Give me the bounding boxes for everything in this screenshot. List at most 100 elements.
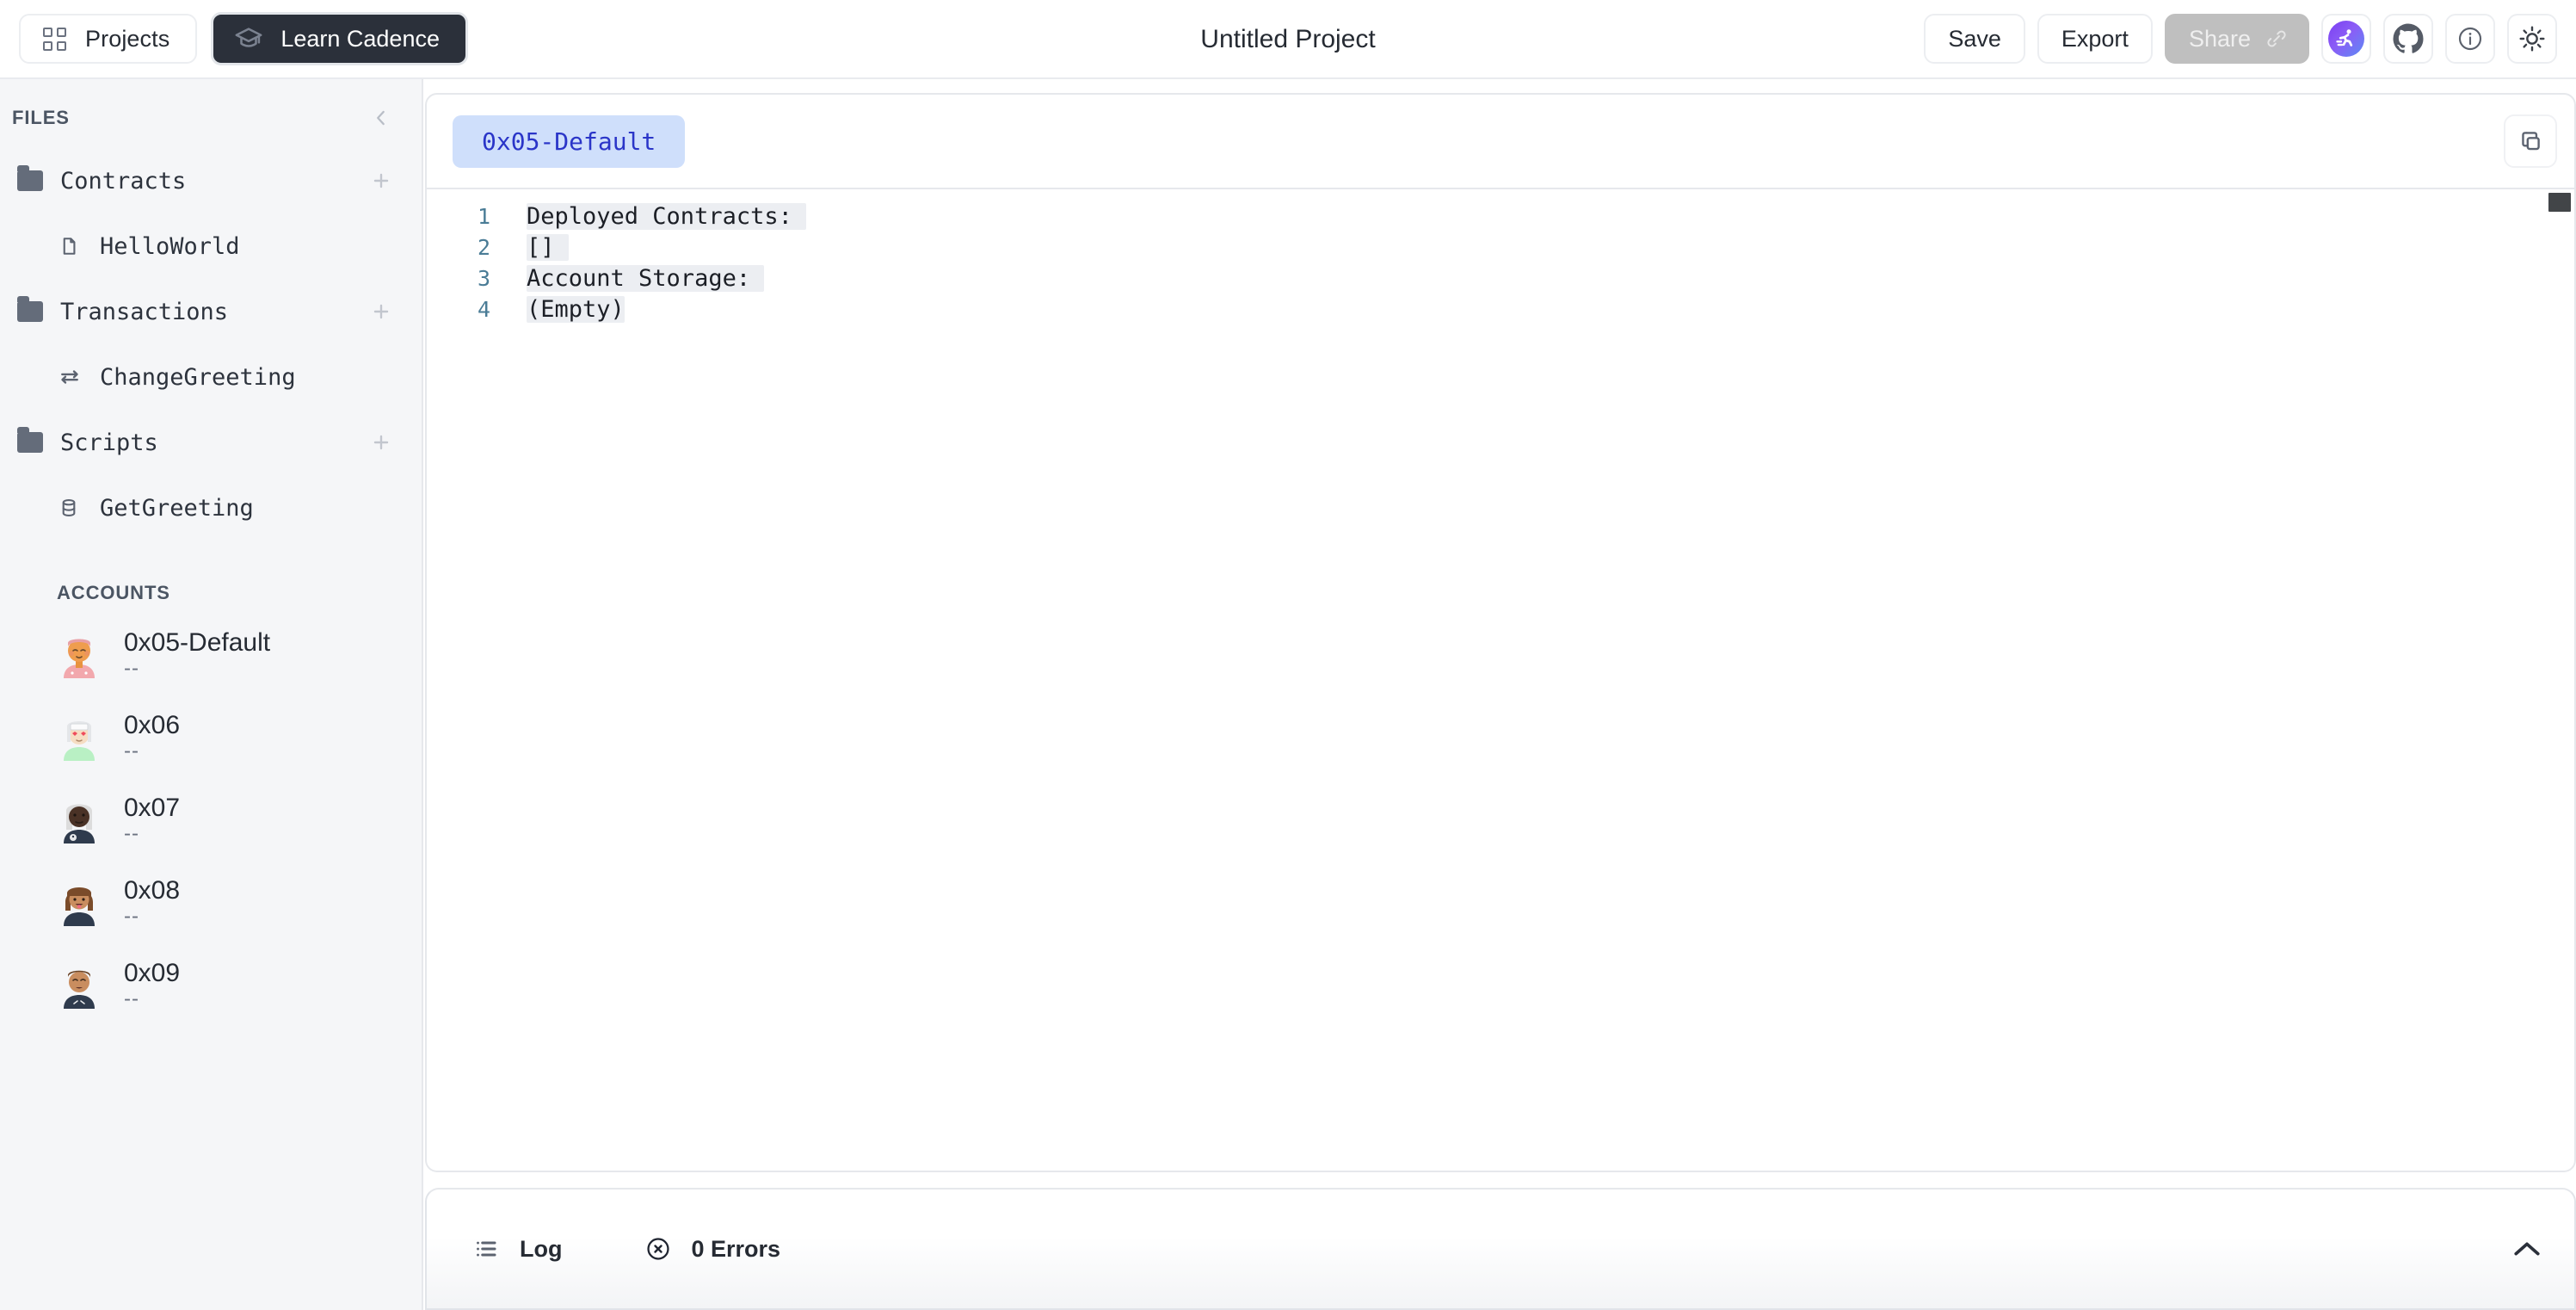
editor-tabbar: 0x05-Default xyxy=(425,93,2576,189)
account-sub: -- xyxy=(124,739,139,763)
account-row[interactable]: 0x07 -- xyxy=(0,778,422,861)
bottom-status-bar: Log 0 Errors xyxy=(425,1188,2576,1310)
tree-file-label: ChangeGreeting xyxy=(100,363,296,391)
code-line: 1 Deployed Contracts: xyxy=(427,203,2574,234)
avatar xyxy=(55,713,103,761)
script-database-icon xyxy=(57,496,93,520)
transaction-icon xyxy=(57,364,93,390)
account-name: 0x08 xyxy=(124,875,181,905)
info-button[interactable] xyxy=(2445,14,2495,64)
tree-folder-scripts[interactable]: Scripts xyxy=(0,410,422,475)
account-meta: 0x08 -- xyxy=(124,877,180,928)
line-text: (Empty) xyxy=(527,296,625,323)
avatar xyxy=(55,630,103,678)
export-button[interactable]: Export xyxy=(2037,14,2153,64)
files-caption: FILES xyxy=(12,107,70,128)
link-icon xyxy=(2267,30,2286,47)
account-name: 0x06 xyxy=(124,710,181,739)
account-meta: 0x09 -- xyxy=(124,960,180,1010)
account-name: 0x09 xyxy=(124,958,181,987)
collapse-sidebar-icon[interactable] xyxy=(370,107,392,129)
share-button[interactable]: Share xyxy=(2164,14,2309,64)
account-row[interactable]: 0x09 -- xyxy=(0,943,422,1026)
folder-icon xyxy=(17,296,53,322)
copy-icon xyxy=(2522,132,2540,151)
account-name: 0x05-Default xyxy=(124,627,271,657)
code-line: 4 (Empty) xyxy=(427,296,2574,327)
error-circle-icon xyxy=(647,1238,670,1260)
editor-card: 0x05-Default 1 Deployed Contracts: 2 [] … xyxy=(425,93,2576,1172)
line-number: 3 xyxy=(477,266,490,291)
bottom-panel-wrapper: Log 0 Errors xyxy=(425,1172,2576,1310)
code-output-area[interactable]: 1 Deployed Contracts: 2 [] 3 Account Sto… xyxy=(425,189,2576,1172)
errors-tab[interactable]: 0 Errors xyxy=(644,1235,780,1263)
accounts-list: 0x05-Default -- 0x06 -- 0x07 -- 0x08 -- … xyxy=(0,613,422,1026)
account-meta: 0x06 -- xyxy=(124,712,180,763)
tree-folder-contracts[interactable]: Contracts xyxy=(0,148,422,213)
learn-cadence-button[interactable]: Learn Cadence xyxy=(211,12,468,65)
tab-0x05-default[interactable]: 0x05-Default xyxy=(453,114,686,168)
line-number: 2 xyxy=(477,235,490,260)
flow-runner-button[interactable] xyxy=(2321,14,2371,64)
sidebar-files-header: FILES xyxy=(0,100,422,136)
line-text: Deployed Contracts: xyxy=(527,203,807,230)
account-sub: -- xyxy=(124,905,139,929)
projects-button-label: Projects xyxy=(85,25,170,52)
graduation-cap-icon xyxy=(235,28,262,47)
tree-folder-transactions[interactable]: Transactions xyxy=(0,279,422,344)
learn-cadence-label: Learn Cadence xyxy=(280,25,440,52)
vertical-scrollbar-thumb[interactable] xyxy=(2548,193,2571,212)
grid-icon xyxy=(43,27,66,51)
avatar xyxy=(55,961,103,1009)
code-line: 3 Account Storage: xyxy=(427,265,2574,296)
add-transaction-icon[interactable] xyxy=(370,300,392,323)
projects-button[interactable]: Projects xyxy=(19,14,198,64)
account-row[interactable]: 0x05-Default -- xyxy=(0,613,422,695)
list-icon xyxy=(477,1241,496,1257)
tree-file-label: GetGreeting xyxy=(100,494,254,522)
tree-file-getgreeting[interactable]: GetGreeting xyxy=(0,475,422,541)
github-icon xyxy=(2393,23,2424,53)
header-right-group: Save Export Share xyxy=(1924,14,2557,64)
avatar xyxy=(55,878,103,926)
log-tab[interactable]: Log xyxy=(471,1236,562,1263)
contract-file-icon xyxy=(57,234,93,258)
account-row[interactable]: 0x08 -- xyxy=(0,861,422,943)
app-body: FILES Contracts HelloWorld Transactions … xyxy=(0,79,2576,1310)
sidebar: FILES Contracts HelloWorld Transactions … xyxy=(0,79,423,1310)
line-text: [] xyxy=(527,234,569,261)
account-row[interactable]: 0x06 -- xyxy=(0,695,422,778)
copy-button[interactable] xyxy=(2504,114,2557,168)
tree-file-helloworld[interactable]: HelloWorld xyxy=(0,213,422,279)
app-header: Projects Learn Cadence Untitled Project … xyxy=(0,0,2576,79)
theme-toggle-button[interactable] xyxy=(2507,14,2557,64)
add-contract-icon[interactable] xyxy=(370,170,392,192)
header-left-group: Projects Learn Cadence xyxy=(19,12,468,65)
main-panel: 0x05-Default 1 Deployed Contracts: 2 [] … xyxy=(423,79,2576,1310)
folder-icon xyxy=(17,165,53,191)
account-sub: -- xyxy=(124,987,139,1011)
avatar xyxy=(55,795,103,843)
add-script-icon[interactable] xyxy=(370,431,392,454)
line-number: 1 xyxy=(477,204,490,229)
account-name: 0x07 xyxy=(124,793,181,822)
share-button-label: Share xyxy=(2188,25,2251,52)
accounts-caption: ACCOUNTS xyxy=(57,582,170,603)
sun-icon xyxy=(2519,26,2545,52)
account-meta: 0x07 -- xyxy=(124,794,180,845)
expand-panel-icon[interactable] xyxy=(2512,1239,2542,1258)
folder-icon xyxy=(17,427,53,453)
info-icon xyxy=(2458,27,2482,51)
account-sub: -- xyxy=(124,657,139,681)
tree-folder-label: Scripts xyxy=(60,429,158,456)
tree-folder-label: Transactions xyxy=(60,298,229,325)
code-line: 2 [] xyxy=(427,234,2574,265)
save-button[interactable]: Save xyxy=(1924,14,2025,64)
tree-file-changegreeting[interactable]: ChangeGreeting xyxy=(0,344,422,410)
line-text: Account Storage: xyxy=(527,265,765,292)
github-button[interactable] xyxy=(2383,14,2433,64)
tree-file-label: HelloWorld xyxy=(100,232,240,260)
tree-folder-label: Contracts xyxy=(60,167,187,195)
file-tree: Contracts HelloWorld Transactions Change… xyxy=(0,148,422,541)
app-root: Projects Learn Cadence Untitled Project … xyxy=(0,0,2576,1310)
